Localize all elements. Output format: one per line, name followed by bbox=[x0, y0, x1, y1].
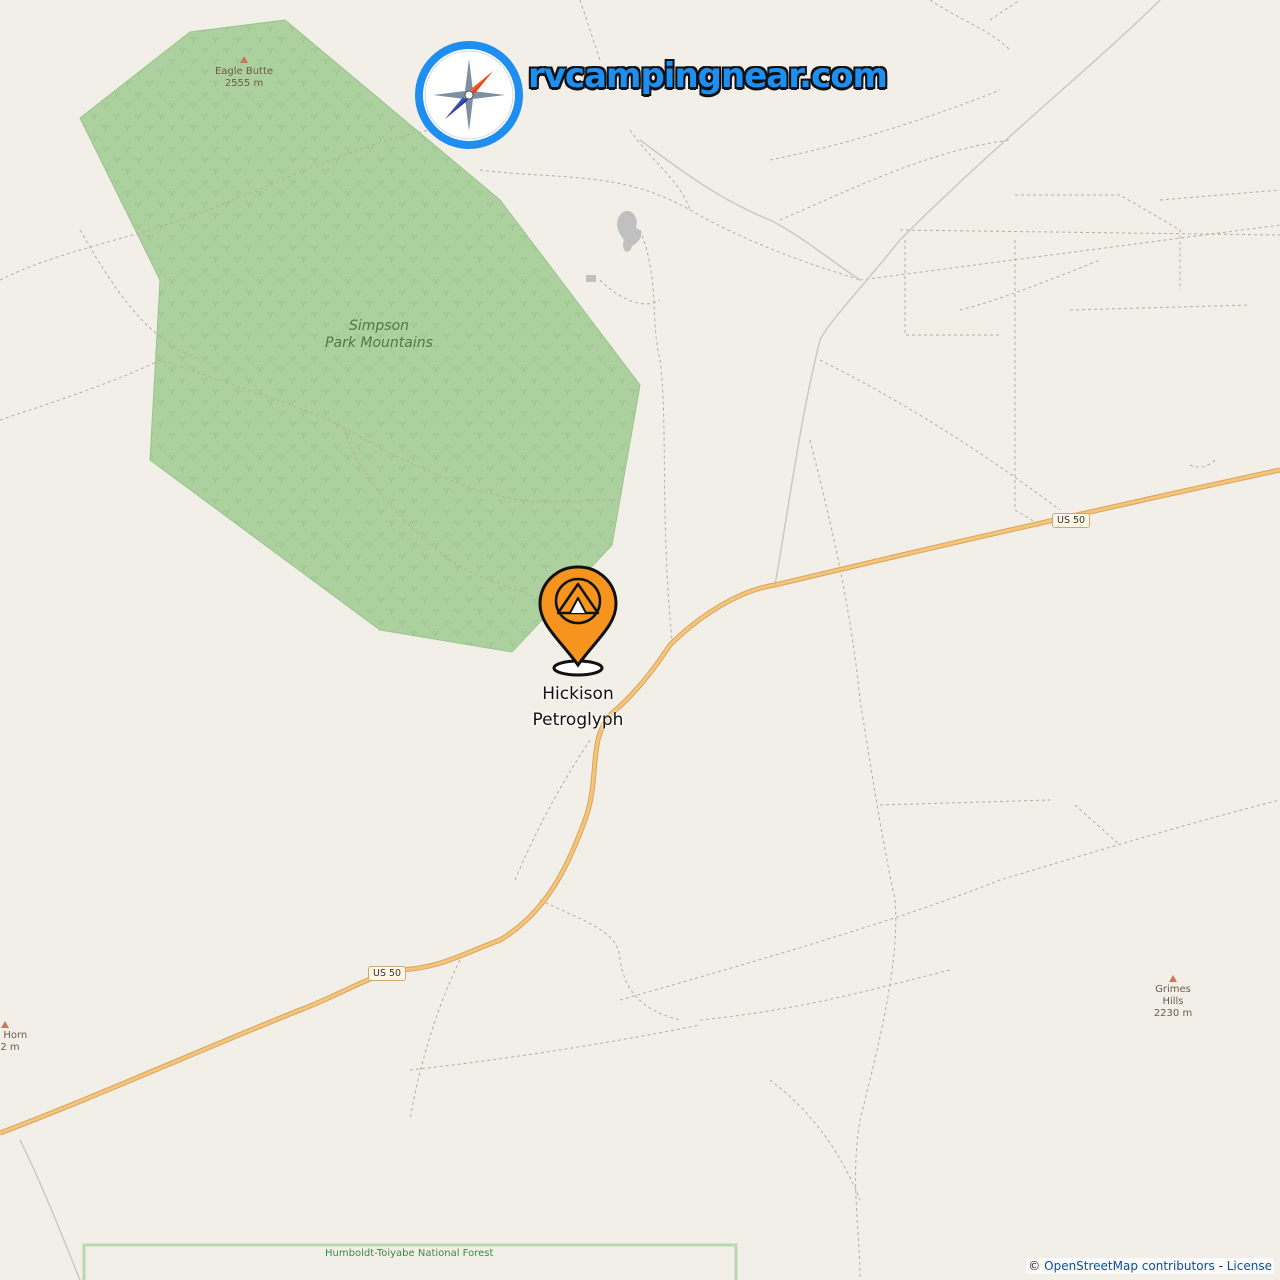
map-canvas[interactable]: ♈ ♈ bbox=[0, 0, 1280, 1280]
copyright-symbol: © bbox=[1028, 1259, 1041, 1273]
water-body bbox=[616, 210, 642, 252]
brand-title[interactable]: rvcampingnear.com bbox=[528, 56, 888, 96]
peak-label-grimes-hills: Grimes Hills 2230 m bbox=[1143, 984, 1203, 1020]
highway-shield: US 50 bbox=[1052, 513, 1091, 528]
highway-us-50 bbox=[0, 467, 1280, 1136]
campground-label-line2: Petroglyph bbox=[532, 710, 624, 730]
peak-label-horn: e Horn 12 m bbox=[0, 1030, 38, 1054]
water-body-small bbox=[586, 275, 596, 282]
campground-marker-pin[interactable] bbox=[538, 565, 618, 677]
peak-name: Grimes bbox=[1155, 984, 1191, 995]
forest-name-line2: Park Mountains bbox=[325, 335, 433, 351]
highway-shield: US 50 bbox=[368, 966, 407, 981]
compass-logo-icon[interactable] bbox=[415, 41, 523, 149]
forest-name-line1: Simpson bbox=[348, 318, 410, 334]
forest-name-label: Simpson Park Mountains bbox=[309, 318, 449, 352]
peak-name: Eagle Butte bbox=[214, 66, 274, 77]
peak-horn-icon bbox=[1, 1021, 9, 1028]
peak-label-eagle-butte: Eagle Butte 2555 m bbox=[204, 66, 284, 90]
campground-label-line1: Hickison bbox=[542, 684, 614, 704]
campground-label[interactable]: Hickison Petroglyph bbox=[508, 681, 648, 733]
peak-name: e Horn bbox=[0, 1030, 28, 1041]
peak-elevation: 2555 m bbox=[224, 78, 264, 89]
peak-name-line2: Hills bbox=[1162, 996, 1184, 1007]
peak-grimes-hills-icon bbox=[1169, 975, 1177, 982]
attribution-separator: - bbox=[1218, 1259, 1223, 1273]
peak-elevation: 2230 m bbox=[1153, 1008, 1193, 1019]
map-layer: ♈ ♈ bbox=[0, 0, 1280, 1280]
osm-attribution-link[interactable]: OpenStreetMap contributors bbox=[1044, 1259, 1215, 1273]
national-forest-label: Humboldt-Toiyabe National Forest bbox=[325, 1248, 494, 1259]
license-link[interactable]: License bbox=[1227, 1259, 1272, 1273]
peak-elevation: 12 m bbox=[0, 1042, 20, 1053]
map-attribution: © OpenStreetMap contributors - License bbox=[1026, 1258, 1274, 1274]
